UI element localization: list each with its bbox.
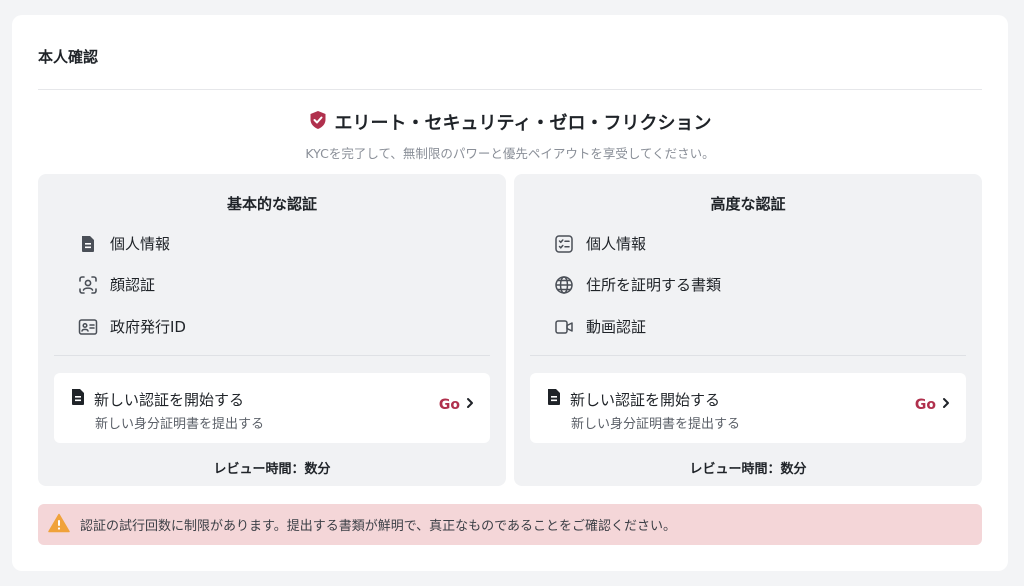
- face-scan-icon: [78, 275, 98, 295]
- kyc-card: 本人確認 エリート・セキュリティ・ゼロ・フリクション KYCを完了して、無制限の…: [12, 15, 1008, 571]
- start-title-row: 新しい認証を開始する: [546, 388, 720, 410]
- panel-advanced-verification: 高度な認証 個人情報 住所を証明する書類 動画認証 新しい認証を開始する 新しい…: [514, 174, 982, 486]
- checklist-icon: [554, 234, 574, 254]
- header-divider: [38, 89, 982, 90]
- requirement-label: 政府発行ID: [110, 318, 186, 336]
- requirement-government-id: 政府発行ID: [78, 316, 186, 337]
- requirement-label: 住所を証明する書類: [586, 276, 722, 294]
- warning-banner: 認証の試行回数に制限があります。提出する書類が鮮明で、真正なものであることをご確…: [38, 504, 982, 545]
- warning-text: 認証の試行回数に制限があります。提出する書類が鮮明で、真正なものであることをご確…: [80, 519, 677, 534]
- requirement-label: 個人情報: [586, 235, 647, 253]
- go-label: Go: [438, 397, 460, 413]
- requirement-face-verification: 顔認証: [78, 274, 155, 295]
- hero-title: エリート・セキュリティ・ゼロ・フリクション: [334, 113, 712, 134]
- start-title: 新しい認証を開始する: [94, 390, 245, 409]
- chevron-right-icon: [942, 397, 950, 413]
- panel-title: 高度な認証: [710, 195, 786, 213]
- id-card-icon: [78, 317, 98, 337]
- start-verification-button[interactable]: 新しい認証を開始する 新しい身分証明書を提出する Go: [54, 373, 490, 443]
- start-title: 新しい認証を開始する: [570, 390, 721, 409]
- requirement-video-verification: 動画認証: [554, 316, 646, 337]
- panel-title: 基本的な認証: [226, 195, 317, 213]
- requirement-personal-info: 個人情報: [78, 233, 170, 254]
- requirement-label: 顔認証: [110, 276, 156, 294]
- document-icon: [546, 388, 562, 410]
- panel-basic-verification: 基本的な認証 個人情報 顔認証 政府発行ID 新しい認証を開始する 新しい身分証…: [38, 174, 506, 486]
- start-subtitle: 新しい身分証明書を提出する: [571, 417, 741, 432]
- start-verification-button[interactable]: 新しい認証を開始する 新しい身分証明書を提出する Go: [530, 373, 966, 443]
- review-time: レビュー時間：数分: [689, 462, 807, 477]
- shield-check-icon: [309, 110, 327, 135]
- start-subtitle: 新しい身分証明書を提出する: [95, 417, 265, 432]
- go-link[interactable]: Go: [915, 397, 950, 413]
- start-title-row: 新しい認証を開始する: [70, 388, 244, 410]
- panel-divider: [530, 355, 966, 356]
- panel-divider: [54, 355, 490, 356]
- go-label: Go: [914, 397, 936, 413]
- globe-icon: [554, 275, 574, 295]
- video-icon: [554, 317, 574, 337]
- review-time: レビュー時間：数分: [213, 462, 331, 477]
- hero-subtitle: KYCを完了して、無制限のパワーと優先ペイアウトを享受してください。: [305, 146, 715, 161]
- document-icon: [70, 388, 86, 410]
- requirement-label: 動画認証: [586, 318, 647, 336]
- go-link[interactable]: Go: [439, 397, 474, 413]
- requirement-personal-info: 個人情報: [554, 233, 646, 254]
- document-icon: [78, 234, 98, 254]
- page-title: 本人確認: [38, 48, 99, 66]
- warning-icon: [48, 513, 70, 537]
- hero: エリート・セキュリティ・ゼロ・フリクション KYCを完了して、無制限のパワーと優…: [12, 109, 1008, 162]
- hero-title-row: エリート・セキュリティ・ゼロ・フリクション: [309, 109, 712, 135]
- requirement-label: 個人情報: [110, 235, 171, 253]
- chevron-right-icon: [466, 397, 474, 413]
- requirement-proof-of-address: 住所を証明する書類: [554, 274, 721, 295]
